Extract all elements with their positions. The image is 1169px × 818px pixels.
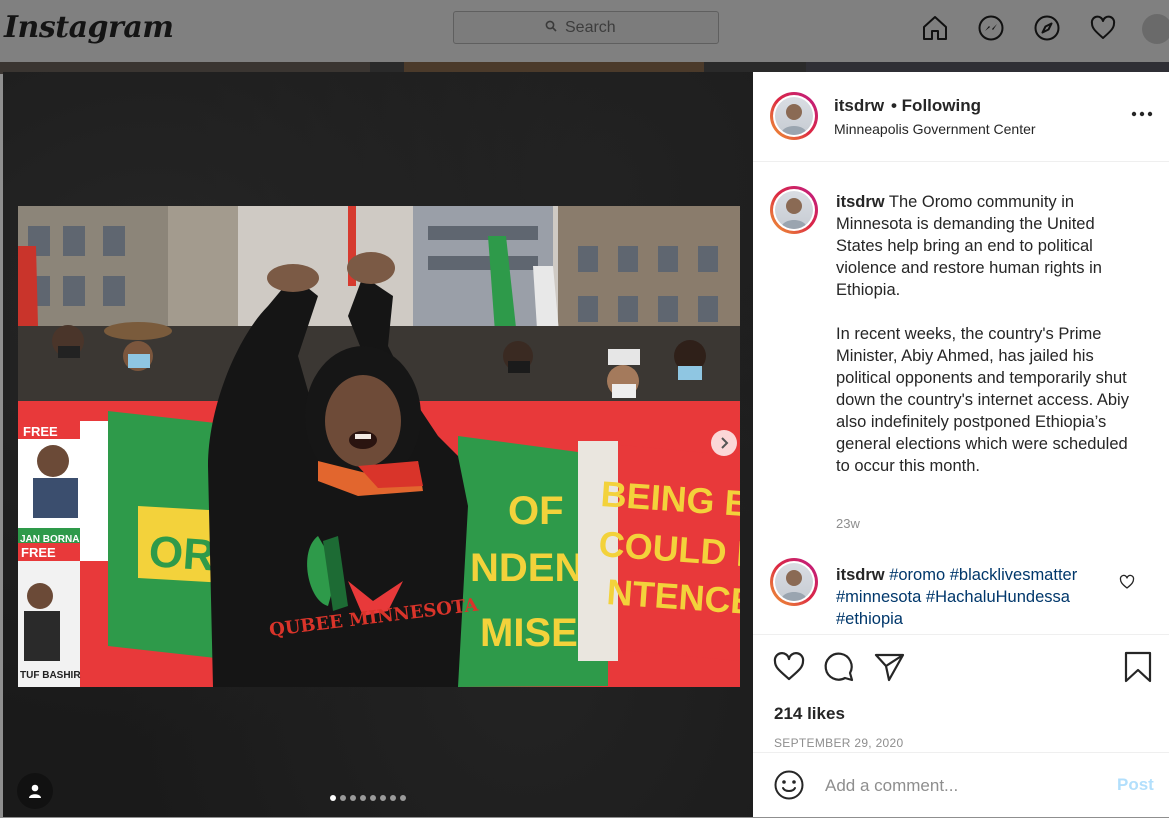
top-navigation-bar: Instagram (0, 0, 1169, 63)
share-paper-plane-icon[interactable] (873, 651, 905, 688)
carousel-dot (350, 795, 356, 801)
post-date[interactable]: SEPTEMBER 29, 2020 (774, 736, 903, 750)
comment-author-username[interactable]: itsdrw (836, 566, 885, 584)
post-location[interactable]: Minneapolis Government Center (834, 121, 1036, 137)
home-icon[interactable] (920, 13, 950, 43)
carousel-dot (390, 795, 396, 801)
more-options-icon[interactable] (1131, 106, 1153, 117)
carousel-dot (330, 795, 336, 801)
explore-compass-icon[interactable] (1032, 13, 1062, 43)
activity-heart-icon[interactable] (1088, 13, 1118, 43)
comment-author-avatar[interactable] (770, 558, 818, 606)
search-box[interactable] (453, 11, 719, 44)
carousel-dot (360, 795, 366, 801)
author-avatar[interactable] (770, 92, 818, 140)
svg-text:OF: OF (508, 489, 564, 533)
svg-text:MISE: MISE (480, 611, 578, 655)
carousel-indicator (330, 795, 406, 801)
comment-like-heart-icon[interactable] (1119, 574, 1135, 595)
post-comment-button[interactable]: Post (1117, 775, 1154, 795)
caption-text-2: In recent weeks, the country's Prime Min… (836, 325, 1129, 475)
carousel-dot (400, 795, 406, 801)
post-caption: itsdrw The Oromo community in Minnesota … (836, 191, 1146, 477)
hashtag-hachaluhundessa[interactable]: #HachaluHundessa (926, 588, 1070, 606)
caption-author-username[interactable]: itsdrw (836, 193, 885, 211)
hashtag-minnesota[interactable]: #minnesota (836, 588, 921, 606)
post-actions: 214 likes SEPTEMBER 29, 2020 (753, 634, 1169, 753)
caption-author-avatar[interactable] (770, 186, 818, 234)
comment-bubble-icon[interactable] (823, 651, 855, 688)
direct-messages-icon[interactable] (976, 13, 1006, 43)
instagram-logo[interactable]: Instagram (4, 10, 174, 45)
following-status[interactable]: • Following (891, 96, 981, 116)
poster-name-2: TUF BASHIR (20, 670, 81, 681)
post-media-pane: OROMO OF NDENC MISE BEING BO COULD NOT N… (3, 72, 753, 817)
hashtag-oromo[interactable]: #oromo (889, 566, 945, 584)
like-heart-icon[interactable] (773, 651, 805, 688)
post-details-panel: itsdrw • Following Minneapolis Governmen… (753, 72, 1169, 817)
carousel-next-button[interactable] (711, 430, 737, 456)
caption-timestamp[interactable]: 23w (836, 516, 860, 531)
comments-list: itsdrw The Oromo community in Minnesota … (753, 162, 1169, 634)
poster-free-label: FREE (23, 424, 58, 439)
profile-avatar[interactable] (1142, 14, 1169, 44)
search-icon (545, 19, 557, 37)
save-bookmark-icon[interactable] (1123, 651, 1153, 688)
hashtag-blacklivesmatter[interactable]: #blacklivesmatter (950, 566, 1077, 584)
add-comment-bar: Post (753, 752, 1169, 818)
hashtag-comment: itsdrw #oromo #blacklivesmatter #minneso… (836, 564, 1106, 630)
carousel-dot (380, 795, 386, 801)
post-header: itsdrw • Following Minneapolis Governmen… (753, 72, 1169, 162)
hashtag-ethiopia[interactable]: #ethiopia (836, 610, 903, 628)
likes-count[interactable]: 214 likes (774, 704, 845, 724)
author-username[interactable]: itsdrw (834, 96, 884, 116)
poster-free-label-2: FREE (21, 545, 56, 560)
emoji-icon[interactable] (773, 769, 805, 806)
user-icon (29, 784, 41, 798)
chevron-right-icon (721, 437, 729, 449)
tagged-users-button[interactable] (17, 773, 53, 809)
carousel-dot (370, 795, 376, 801)
comment-input[interactable] (823, 773, 1097, 799)
carousel-dot (340, 795, 346, 801)
post-photo: OROMO OF NDENC MISE BEING BO COULD NOT N… (18, 206, 740, 687)
search-input[interactable] (563, 17, 627, 38)
